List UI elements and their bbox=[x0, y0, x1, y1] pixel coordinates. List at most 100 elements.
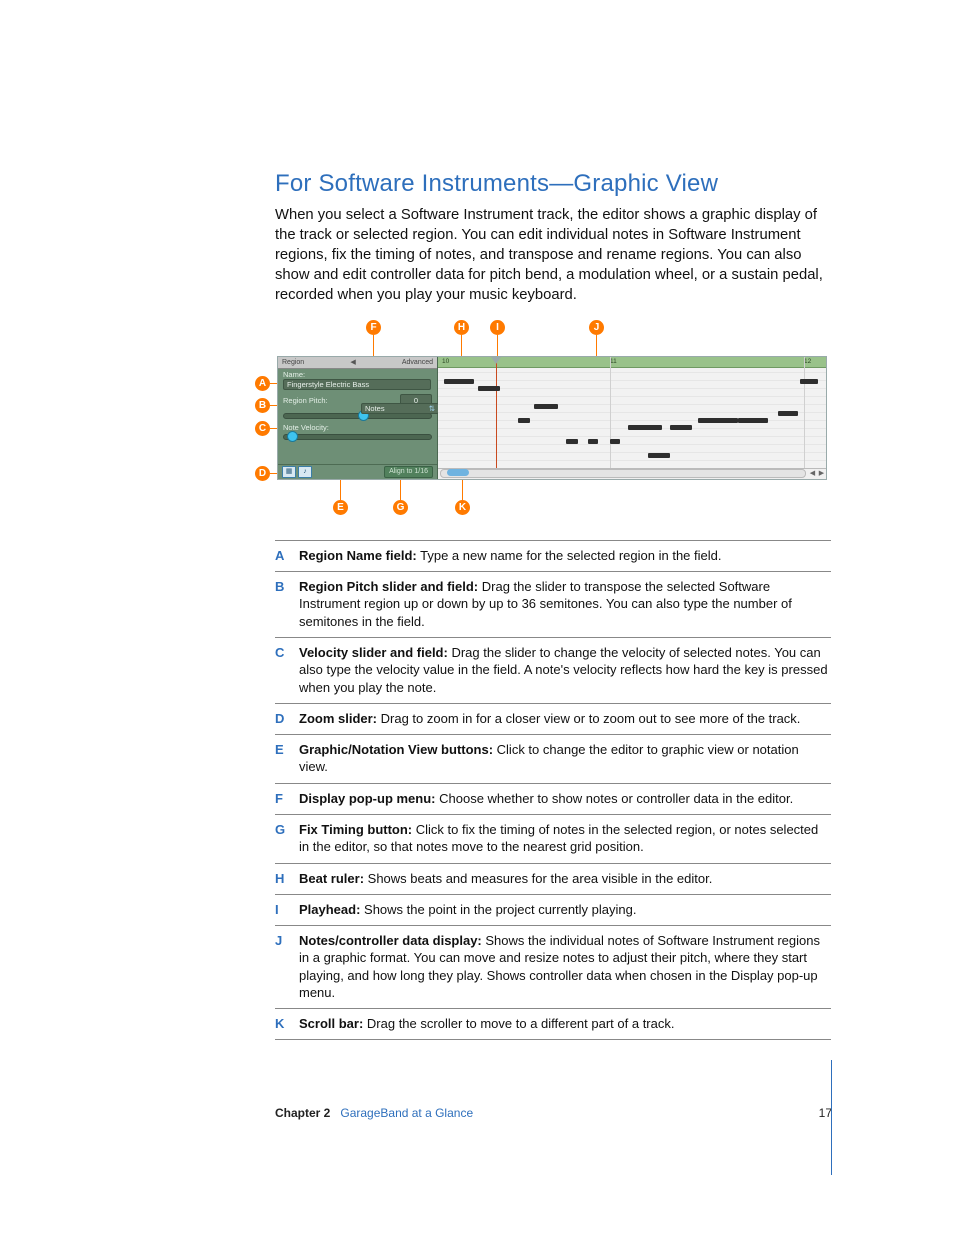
callout-badge-h: H bbox=[454, 320, 469, 335]
midi-note[interactable] bbox=[698, 418, 738, 423]
definition-term: Beat ruler: bbox=[299, 871, 364, 886]
disclosure-left-icon[interactable]: ◀ bbox=[350, 358, 355, 366]
playhead-handle-icon[interactable] bbox=[491, 357, 501, 364]
playhead[interactable] bbox=[496, 357, 497, 479]
definition-letter: B bbox=[275, 578, 299, 630]
definition-term: Playhead: bbox=[299, 902, 360, 917]
page-number: 17 bbox=[819, 1106, 832, 1120]
page-footer: Chapter 2 GarageBand at a Glance 17 bbox=[275, 1106, 832, 1120]
ruler-tick: 12 bbox=[804, 357, 811, 367]
fix-timing-button[interactable]: Align to 1/16 bbox=[384, 466, 433, 478]
display-popup-menu[interactable]: Notes ⇅ bbox=[361, 403, 439, 414]
chapter-name: GarageBand at a Glance bbox=[340, 1106, 473, 1120]
callout-badge-d: D bbox=[255, 466, 270, 481]
definition-term: Region Pitch slider and field: bbox=[299, 579, 478, 594]
definition-term: Zoom slider: bbox=[299, 711, 377, 726]
definition-text: Shows beats and measures for the area vi… bbox=[364, 871, 712, 886]
piano-roll[interactable]: 10 11 12 bbox=[438, 357, 826, 479]
midi-note[interactable] bbox=[444, 379, 474, 384]
callout-badge-b: B bbox=[255, 398, 270, 413]
definition-letter: F bbox=[275, 790, 299, 807]
definition-row: C Velocity slider and field: Drag the sl… bbox=[275, 637, 831, 703]
definition-letter: A bbox=[275, 547, 299, 564]
definition-text: Type a new name for the selected region … bbox=[417, 548, 722, 563]
definition-text: Choose whether to show notes or controll… bbox=[436, 791, 794, 806]
velocity-label: Note Velocity: bbox=[283, 423, 432, 432]
definition-row: H Beat ruler: Shows beats and measures f… bbox=[275, 863, 831, 894]
display-popup-value: Notes bbox=[365, 404, 385, 413]
definitions-list: A Region Name field: Type a new name for… bbox=[275, 540, 831, 1041]
definition-row: J Notes/controller data display: Shows t… bbox=[275, 925, 831, 1008]
callout-badge-e: E bbox=[333, 500, 348, 515]
scroll-right-icon[interactable]: ▶ bbox=[817, 470, 826, 478]
ruler-tick: 10 bbox=[442, 357, 449, 367]
definition-letter: E bbox=[275, 741, 299, 776]
definition-row: D Zoom slider: Drag to zoom in for a clo… bbox=[275, 703, 831, 734]
definition-row: K Scroll bar: Drag the scroller to move … bbox=[275, 1008, 831, 1040]
definition-term: Notes/controller data display: bbox=[299, 933, 482, 948]
definition-letter: J bbox=[275, 932, 299, 1001]
midi-note[interactable] bbox=[738, 418, 768, 423]
midi-note[interactable] bbox=[588, 439, 598, 444]
definition-term: Velocity slider and field: bbox=[299, 645, 448, 660]
definition-term: Fix Timing button: bbox=[299, 822, 412, 837]
callout-badge-g: G bbox=[393, 500, 408, 515]
callout-line bbox=[461, 335, 462, 357]
velocity-slider[interactable] bbox=[283, 434, 432, 440]
region-name-value: Fingerstyle Electric Bass bbox=[287, 380, 369, 389]
callout-badge-i: I bbox=[490, 320, 505, 335]
midi-note[interactable] bbox=[534, 404, 558, 409]
midi-note[interactable] bbox=[648, 453, 670, 458]
definition-term: Display pop-up menu: bbox=[299, 791, 436, 806]
definition-row: A Region Name field: Type a new name for… bbox=[275, 540, 831, 571]
midi-note[interactable] bbox=[800, 379, 818, 384]
definition-term: Region Name field: bbox=[299, 548, 417, 563]
scrollbar-track[interactable] bbox=[440, 469, 806, 478]
updown-icon: ⇅ bbox=[429, 404, 435, 413]
definition-letter: K bbox=[275, 1015, 299, 1032]
callout-line bbox=[497, 335, 498, 357]
panel-header: Region ◀ Advanced bbox=[278, 357, 437, 369]
definition-row: B Region Pitch slider and field: Drag th… bbox=[275, 571, 831, 637]
definition-letter: D bbox=[275, 710, 299, 727]
definition-text: Drag to zoom in for a closer view or to … bbox=[377, 711, 800, 726]
gridline bbox=[610, 357, 611, 479]
midi-note[interactable] bbox=[610, 439, 620, 444]
midi-note[interactable] bbox=[566, 439, 578, 444]
intro-paragraph: When you select a Software Instrument tr… bbox=[275, 206, 832, 306]
definition-text: Drag the scroller to move to a different… bbox=[363, 1016, 674, 1031]
editor-figure: F H I J A B C D E G K Region ◀ Ad bbox=[269, 320, 829, 520]
definition-letter: I bbox=[275, 901, 299, 918]
editor-left-panel: Region ◀ Advanced Name: Fingerstyle Elec… bbox=[278, 357, 438, 479]
chapter-label: Chapter 2 bbox=[275, 1106, 330, 1120]
definition-text: Shows the point in the project currently… bbox=[360, 902, 636, 917]
definition-letter: H bbox=[275, 870, 299, 887]
callout-line bbox=[340, 478, 341, 500]
scroll-left-icon[interactable]: ◀ bbox=[808, 470, 817, 478]
midi-note[interactable] bbox=[778, 411, 798, 416]
callout-badge-j: J bbox=[589, 320, 604, 335]
region-name-field[interactable]: Fingerstyle Electric Bass bbox=[283, 379, 431, 390]
callout-badge-a: A bbox=[255, 376, 270, 391]
graphic-view-button[interactable]: ▦ bbox=[282, 466, 296, 478]
definition-row: G Fix Timing button: Click to fix the ti… bbox=[275, 814, 831, 863]
definition-term: Graphic/Notation View buttons: bbox=[299, 742, 493, 757]
callout-badge-k: K bbox=[455, 500, 470, 515]
notation-view-button[interactable]: ♪ bbox=[298, 466, 312, 478]
definition-row: I Playhead: Shows the point in the proje… bbox=[275, 894, 831, 925]
callout-line bbox=[400, 478, 401, 500]
definition-row: E Graphic/Notation View buttons: Click t… bbox=[275, 734, 831, 783]
midi-note[interactable] bbox=[670, 425, 692, 430]
ruler-tick: 11 bbox=[610, 357, 617, 367]
definition-term: Scroll bar: bbox=[299, 1016, 363, 1031]
name-label: Name: bbox=[283, 370, 432, 379]
horizontal-scrollbar[interactable]: ◀ ▶ bbox=[438, 468, 826, 479]
midi-note[interactable] bbox=[518, 418, 530, 423]
scrollbar-thumb[interactable] bbox=[447, 469, 469, 476]
midi-editor: Region ◀ Advanced Name: Fingerstyle Elec… bbox=[277, 356, 827, 480]
section-heading: For Software Instruments—Graphic View bbox=[275, 170, 832, 198]
callout-badge-c: C bbox=[255, 421, 270, 436]
midi-note[interactable] bbox=[478, 386, 500, 391]
midi-note[interactable] bbox=[628, 425, 662, 430]
velocity-slider-thumb[interactable] bbox=[287, 431, 298, 442]
